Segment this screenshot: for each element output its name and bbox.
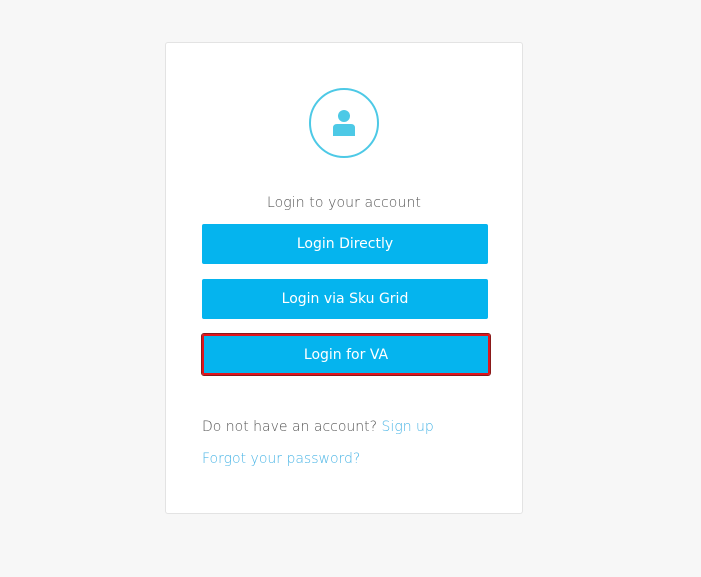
signup-link[interactable]: Sign up bbox=[382, 419, 434, 435]
signup-prompt: Do not have an account? bbox=[202, 419, 378, 435]
login-title: Login to your account bbox=[266, 195, 422, 211]
login-directly-button[interactable]: Login Directly bbox=[202, 224, 488, 264]
user-icon bbox=[333, 110, 355, 136]
avatar bbox=[309, 88, 379, 158]
login-sku-grid-button[interactable]: Login via Sku Grid bbox=[202, 279, 488, 319]
login-va-button[interactable]: Login for VA bbox=[201, 333, 491, 376]
login-card: Login to your account Login Directly Log… bbox=[165, 42, 523, 514]
forgot-password-link[interactable]: Forgot your password? bbox=[202, 451, 360, 467]
forgot-password-line: Forgot your password? bbox=[202, 451, 360, 467]
signup-line: Do not have an account? Sign up bbox=[202, 419, 434, 435]
